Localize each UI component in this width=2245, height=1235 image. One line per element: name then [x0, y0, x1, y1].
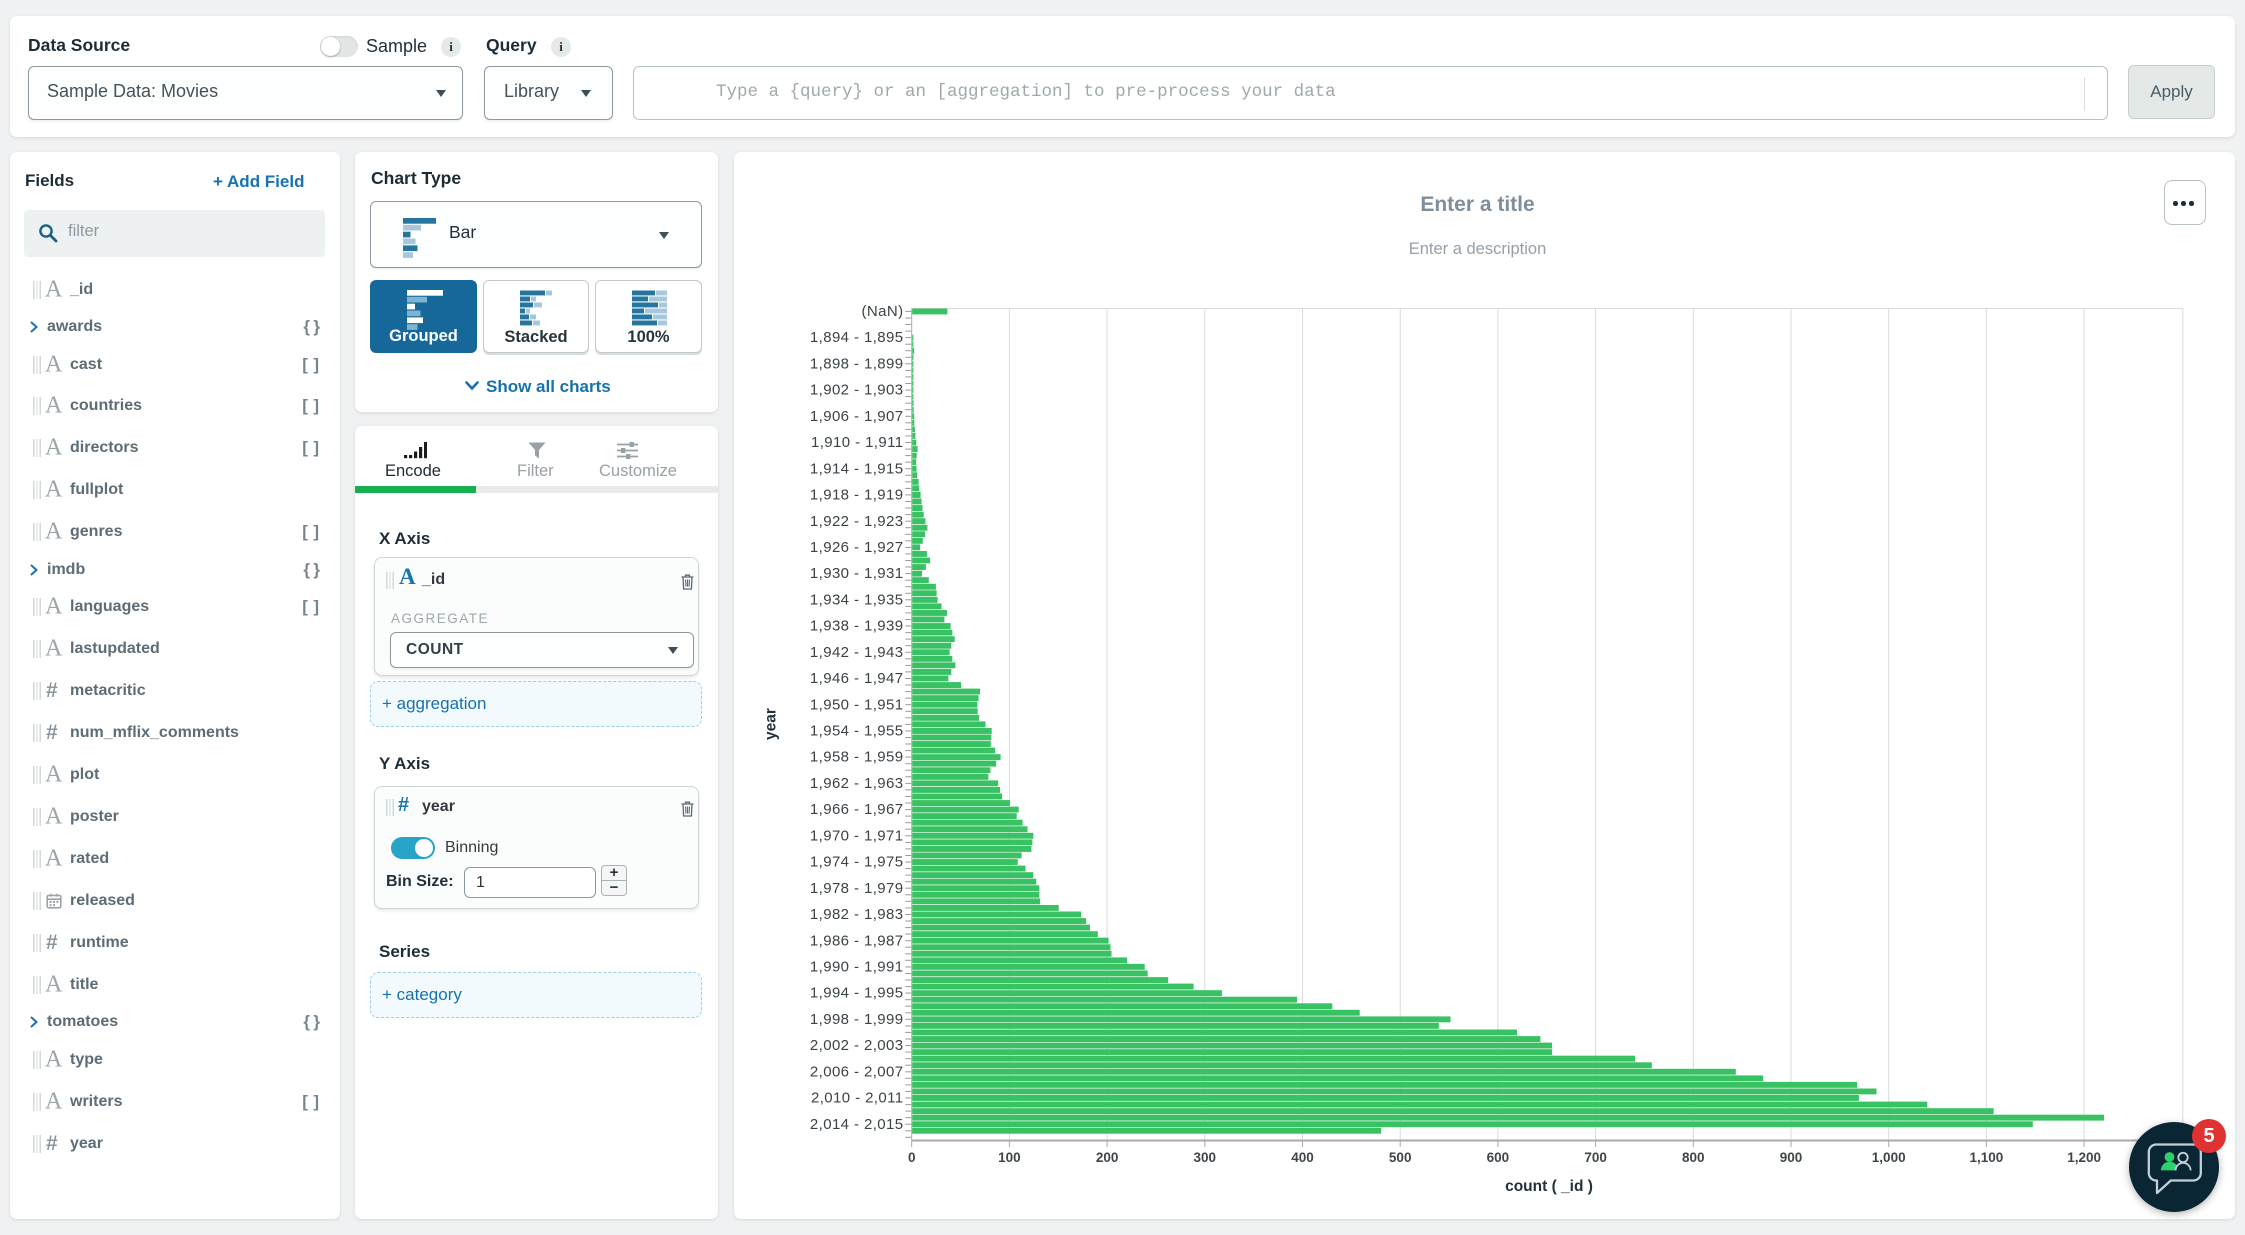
svg-text:500: 500 — [1389, 1150, 1412, 1165]
svg-text:1,930 - 1,931: 1,930 - 1,931 — [810, 565, 904, 582]
svg-text:(NaN): (NaN) — [862, 303, 904, 320]
svg-text:1,958 - 1,959: 1,958 - 1,959 — [810, 749, 904, 766]
svg-text:1,966 - 1,967: 1,966 - 1,967 — [810, 801, 904, 818]
svg-text:1,926 - 1,927: 1,926 - 1,927 — [810, 539, 904, 556]
svg-text:1,954 - 1,955: 1,954 - 1,955 — [810, 723, 904, 740]
svg-text:700: 700 — [1584, 1150, 1607, 1165]
svg-text:800: 800 — [1682, 1150, 1705, 1165]
svg-text:1,970 - 1,971: 1,970 - 1,971 — [810, 827, 904, 844]
svg-text:1,990 - 1,991: 1,990 - 1,991 — [810, 959, 904, 976]
svg-text:2,002 - 2,003: 2,002 - 2,003 — [810, 1037, 904, 1054]
svg-text:900: 900 — [1780, 1150, 1803, 1165]
svg-text:1,934 - 1,935: 1,934 - 1,935 — [810, 591, 904, 608]
svg-text:300: 300 — [1194, 1150, 1217, 1165]
svg-text:1,902 - 1,903: 1,902 - 1,903 — [810, 382, 904, 399]
svg-text:200: 200 — [1096, 1150, 1119, 1165]
svg-text:100: 100 — [998, 1150, 1021, 1165]
svg-text:year: year — [763, 708, 780, 740]
svg-text:1,994 - 1,995: 1,994 - 1,995 — [810, 985, 904, 1002]
svg-text:1,986 - 1,987: 1,986 - 1,987 — [810, 932, 904, 949]
svg-text:1,906 - 1,907: 1,906 - 1,907 — [810, 408, 904, 425]
svg-text:1,982 - 1,983: 1,982 - 1,983 — [810, 906, 904, 923]
svg-text:1,922 - 1,923: 1,922 - 1,923 — [810, 513, 904, 530]
svg-text:400: 400 — [1291, 1150, 1314, 1165]
svg-text:1,950 - 1,951: 1,950 - 1,951 — [810, 696, 904, 713]
svg-text:1,978 - 1,979: 1,978 - 1,979 — [810, 880, 904, 897]
svg-text:0: 0 — [908, 1150, 916, 1165]
svg-text:1,962 - 1,963: 1,962 - 1,963 — [810, 775, 904, 792]
svg-text:1,100: 1,100 — [1970, 1150, 2004, 1165]
svg-text:600: 600 — [1487, 1150, 1510, 1165]
svg-text:1,894 - 1,895: 1,894 - 1,895 — [810, 329, 904, 346]
svg-text:2,010 - 2,011: 2,010 - 2,011 — [811, 1090, 904, 1107]
svg-text:1,942 - 1,943: 1,942 - 1,943 — [810, 644, 904, 661]
svg-text:1,000: 1,000 — [1872, 1150, 1906, 1165]
svg-text:1,946 - 1,947: 1,946 - 1,947 — [810, 670, 904, 687]
svg-text:2,006 - 2,007: 2,006 - 2,007 — [810, 1063, 904, 1080]
svg-text:count ( _id ): count ( _id ) — [1505, 1178, 1593, 1195]
svg-text:1,200: 1,200 — [2067, 1150, 2101, 1165]
svg-text:1,974 - 1,975: 1,974 - 1,975 — [810, 854, 904, 871]
svg-text:1,910 - 1,911: 1,910 - 1,911 — [811, 434, 904, 451]
svg-text:2,014 - 2,015: 2,014 - 2,015 — [810, 1116, 904, 1133]
svg-text:1,938 - 1,939: 1,938 - 1,939 — [810, 618, 904, 635]
svg-text:1,914 - 1,915: 1,914 - 1,915 — [810, 460, 904, 477]
svg-text:1,918 - 1,919: 1,918 - 1,919 — [810, 487, 904, 504]
svg-text:1,998 - 1,999: 1,998 - 1,999 — [810, 1011, 904, 1028]
svg-text:1,898 - 1,899: 1,898 - 1,899 — [810, 355, 904, 372]
